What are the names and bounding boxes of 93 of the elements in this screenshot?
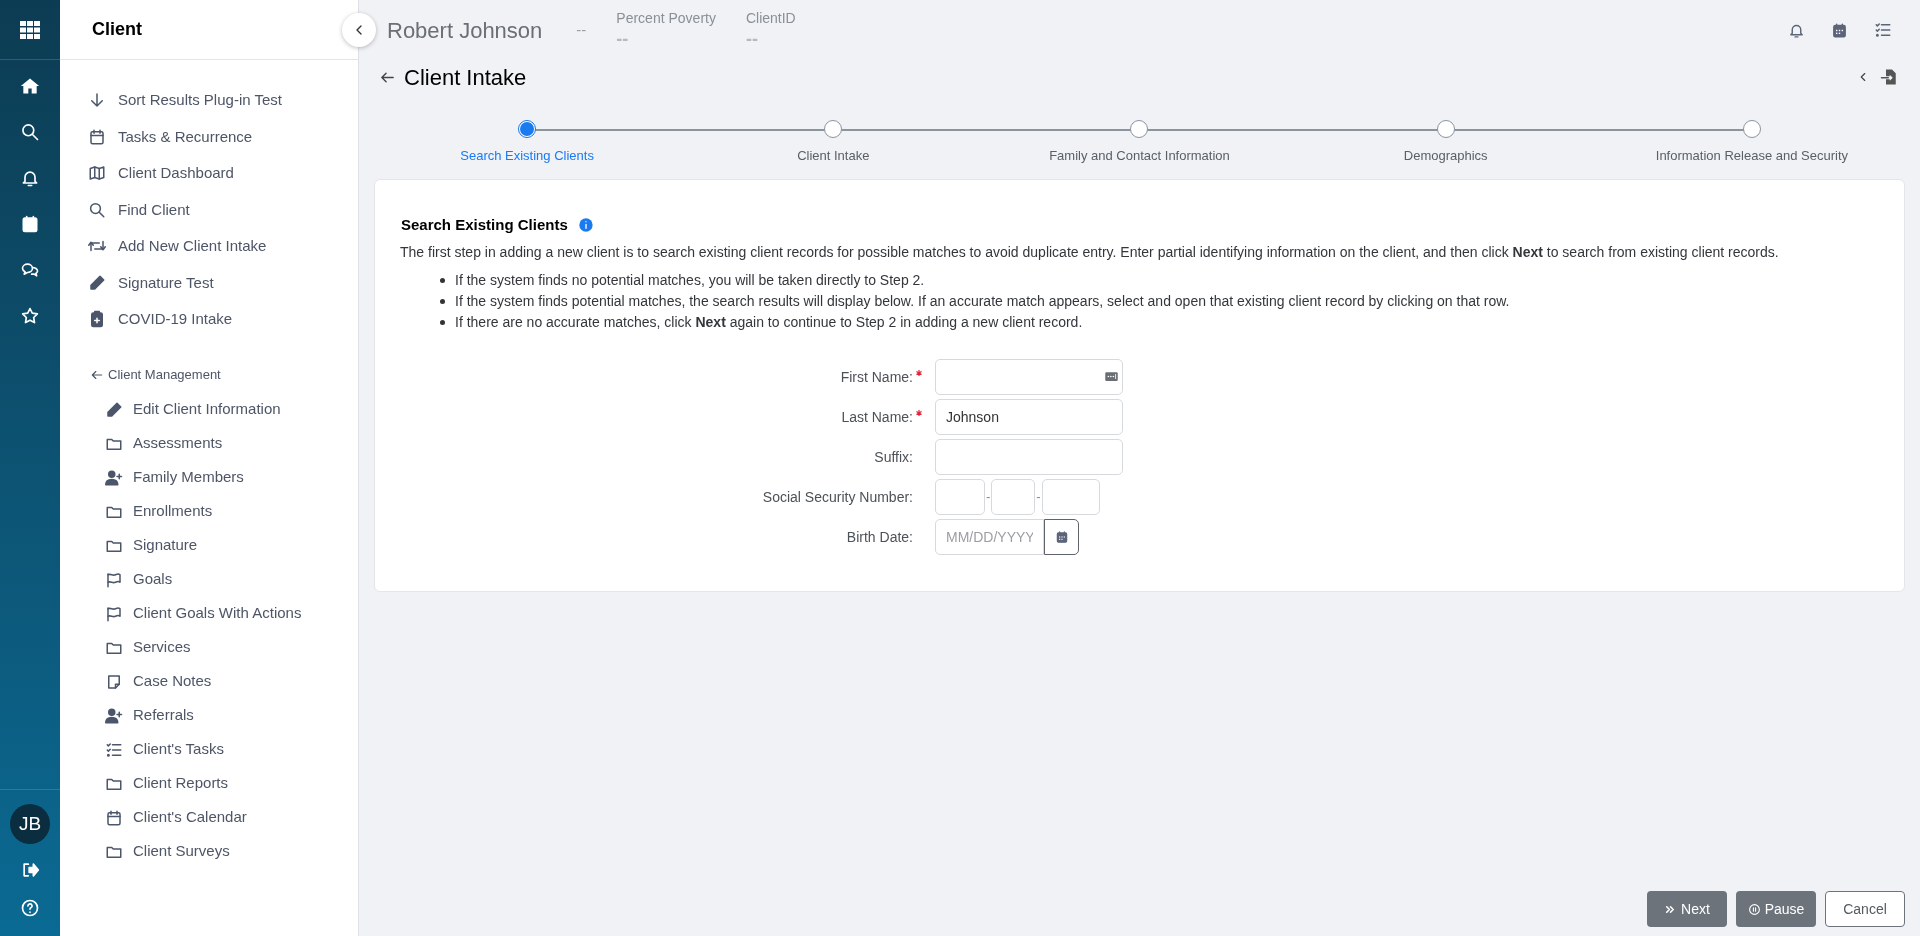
stat-value: -- [616, 28, 630, 49]
date-picker-button[interactable] [1044, 519, 1079, 555]
bullet-icon [440, 320, 445, 325]
step-tab[interactable]: Information Release and Security [1598, 116, 1905, 166]
sidebar-link[interactable]: Case Notes [105, 667, 358, 696]
sidebar-link[interactable]: Client's Tasks [105, 735, 358, 764]
note-icon [105, 672, 123, 691]
step-tab[interactable]: Family and Contact Information [986, 116, 1293, 166]
tasks-button[interactable] [1874, 21, 1892, 39]
bullet-icon [440, 278, 445, 283]
field-label: Last Name: [841, 407, 913, 427]
step-tab[interactable]: Search Existing Clients [374, 116, 681, 166]
task-list-icon [1874, 21, 1892, 39]
input-field[interactable]: Johnson [935, 399, 1123, 435]
search-icon [20, 122, 40, 142]
sidebar-link[interactable]: Signature Test [88, 264, 358, 301]
client-name: Robert Johnson [387, 16, 543, 45]
cancel-button[interactable]: Cancel [1825, 891, 1905, 927]
pause-button[interactable]: Pause [1736, 891, 1816, 927]
star-icon [20, 306, 40, 326]
bullet-icon [440, 299, 445, 304]
input-field[interactable] [1041, 479, 1100, 515]
bell-icon [20, 168, 40, 188]
sidebar-link[interactable]: COVID-19 Intake [88, 301, 358, 338]
info-icon [577, 216, 594, 233]
name-suffix: -- [576, 19, 587, 40]
sidebar-link[interactable]: Client Surveys [105, 837, 358, 866]
pause-icon [1747, 902, 1761, 916]
home-icon [20, 76, 40, 96]
field-label: Social Security Number: [762, 487, 913, 507]
sidebar-link[interactable]: Tasks & Recurrence [88, 118, 358, 155]
arrow-down-icon [88, 91, 106, 110]
sidebar-link[interactable]: Referrals [105, 701, 358, 730]
page-title: Client Intake [404, 63, 527, 92]
calendar-icon [1831, 21, 1848, 39]
logout-icon [20, 860, 40, 880]
pencil-icon [88, 273, 106, 292]
help-icon [20, 898, 40, 918]
separator-text: - [986, 488, 991, 507]
user-plus-icon [105, 468, 123, 487]
pencil-icon [105, 400, 123, 419]
document-arrow-icon [1880, 68, 1898, 86]
sidebar-link[interactable]: Signature [105, 531, 358, 560]
input-field[interactable] [935, 479, 985, 515]
calendar-icon [20, 214, 40, 234]
field-label: Birth Date: [846, 527, 913, 547]
field-label: First Name: [840, 367, 913, 387]
stat-label: Percent Poverty [616, 8, 716, 28]
sidebar-link[interactable]: Goals [105, 565, 358, 594]
next-button[interactable]: Next [1647, 891, 1727, 927]
stat-label: ClientID [745, 8, 796, 28]
calendar-button[interactable] [1831, 21, 1848, 39]
chat-icon [20, 260, 40, 280]
bullet-text: If the system finds no potential matches, you will be taken directly to Step 2. [455, 271, 925, 290]
search-icon [88, 200, 106, 219]
sidebar-link[interactable]: Assessments [105, 429, 358, 458]
sidebar-link[interactable]: Enrollments [105, 497, 358, 526]
sidebar-link[interactable]: Family Members [105, 463, 358, 492]
sidebar-link[interactable]: Client Goals With Actions [105, 599, 358, 628]
avatar[interactable]: JB [10, 804, 50, 844]
task-list-icon [105, 740, 123, 759]
card-title: Search Existing Clients [401, 214, 568, 235]
stat-value: -- [745, 28, 759, 49]
intro-text: The first step in adding a new client is to search existing client records for possible matches to avoid duplicate entry. Enter partial identifying information on the client, and then click Next to search from existing client records. [400, 243, 1780, 262]
input-field[interactable] [935, 359, 1123, 395]
sidebar-link[interactable]: Sort Results Plug-in Test [88, 82, 358, 119]
sidebar-link[interactable]: Find Client [88, 191, 358, 228]
step-tab[interactable]: Client Intake [680, 116, 987, 166]
sidebar-link[interactable]: Client's Calendar [105, 803, 358, 832]
sidebar-title: Client [92, 18, 142, 41]
clipboard-icon [88, 310, 106, 329]
bullet-text: If the system finds potential matches, the search results will display below. If an accurate match appears, select and open that existing client record by clicking on that row. [455, 292, 1510, 311]
bullet-text: If there are no accurate matches, click Next again to continue to Step 2 in adding a new client record. [455, 313, 1083, 332]
password-dots-icon [1104, 369, 1119, 384]
flag-icon [105, 570, 123, 589]
field-label: Suffix: [874, 447, 913, 467]
sidebar-link[interactable]: Add New Client Intake [88, 228, 358, 265]
section-back-link[interactable]: Client Management [90, 359, 358, 390]
calendar-icon [105, 808, 123, 827]
user-plus-icon [105, 706, 123, 725]
calendar-icon [88, 127, 106, 146]
sidebar-link[interactable]: Services [105, 633, 358, 662]
calendar-icon [1054, 530, 1069, 544]
input-field[interactable] [991, 479, 1036, 515]
map-icon [88, 164, 106, 183]
sidebar-link[interactable]: Client Reports [105, 769, 358, 798]
input-field[interactable] [935, 439, 1123, 475]
separator-text: - [1036, 488, 1041, 507]
step-tab[interactable]: Demographics [1292, 116, 1599, 166]
export-button[interactable] [1880, 68, 1898, 86]
sidebar-link[interactable]: Client Dashboard [88, 155, 358, 192]
sidebar-link[interactable]: Edit Client Information [105, 395, 358, 424]
flag-icon [105, 604, 123, 623]
